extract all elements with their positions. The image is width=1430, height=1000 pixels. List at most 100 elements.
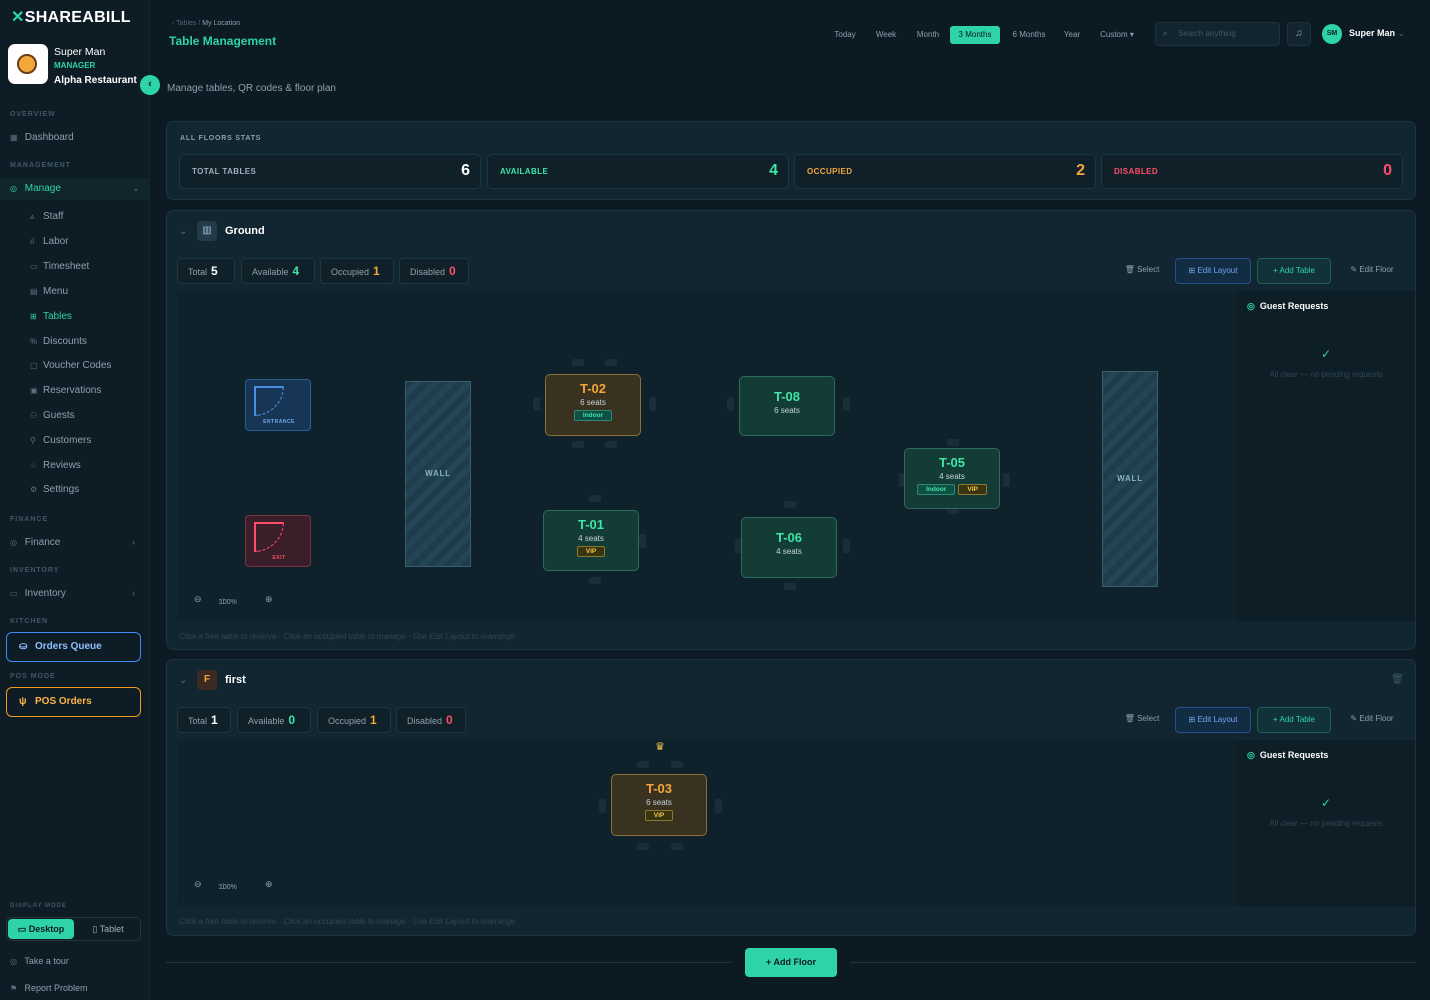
chevron-down-icon[interactable]: ⌄ (179, 675, 187, 686)
sidebar-item-tables[interactable]: ⊞ Tables (30, 311, 72, 322)
chair (649, 397, 656, 411)
floor-plan-canvas[interactable]: ENTRANCE EXIT WALL WALL T-02 6 seats Indoo… (177, 291, 1237, 621)
header-user-name[interactable]: Super Man ⌄ (1349, 28, 1405, 39)
staff-icon: ⩓ (30, 212, 35, 221)
sidebar-item-guests[interactable]: ⚇ Guests (30, 410, 75, 421)
display-mode-toggle: ▭ Desktop ▯ Tablet (6, 917, 141, 941)
sidebar-item-settings[interactable]: ⚙ Settings (30, 484, 79, 495)
nav-manage[interactable]: ◎ Manage ⌄ (10, 183, 140, 194)
range-week[interactable]: Week (869, 26, 903, 44)
range-month[interactable]: Month (909, 26, 947, 44)
pill-occupied: Occupied 1 (320, 258, 394, 284)
sidebar: ✕SHAREABILL Super Man MANAGER Alpha Rest… (0, 0, 150, 1000)
edit-layout-button[interactable]: ⊞ Edit Layout (1175, 707, 1251, 733)
edit-layout-button[interactable]: ⊞ Edit Layout (1175, 258, 1251, 284)
chair (843, 539, 850, 553)
table-t-08[interactable]: T-08 6 seats (739, 376, 835, 436)
guest-requests-panel: ◎ Guest Requests ✓ All clear — no pending… (1237, 291, 1415, 621)
range-today[interactable]: Today (827, 26, 863, 44)
chair (572, 441, 584, 448)
sidebar-item-timesheet[interactable]: ▭ Timesheet (30, 261, 89, 272)
wall-right[interactable]: WALL (1102, 371, 1158, 587)
select-button[interactable]: 🗑 Select (1117, 258, 1167, 284)
range-6-months[interactable]: 6 Months (1004, 26, 1054, 44)
breadcrumb-leaf: My Location (202, 20, 240, 27)
box-icon: ▭ (10, 589, 18, 598)
sidebar-item-labor[interactable]: ıl Labor (30, 236, 69, 247)
sidebar-item-reviews[interactable]: ☆ Reviews (30, 460, 81, 471)
floor-name: first (225, 674, 246, 686)
zoom-in-icon[interactable]: ⊕ (265, 879, 273, 890)
pill-occupied: Occupied 1 (317, 707, 391, 733)
breadcrumb-root[interactable]: Tables (176, 20, 196, 27)
search-input[interactable]: ⌕ Search anything (1155, 22, 1280, 46)
check-icon: ✓ (1320, 347, 1332, 361)
range-3-months[interactable]: 3 Months (950, 26, 1000, 44)
zoom-in-icon[interactable]: ⊕ (265, 594, 273, 605)
chair (599, 799, 606, 813)
add-table-button[interactable]: + Add Table (1257, 258, 1331, 284)
section-inventory: INVENTORY (10, 567, 60, 574)
tablet-mode-button[interactable]: ▯ Tablet (77, 919, 139, 939)
badge-indoor: Indoor (917, 484, 956, 495)
chair (605, 441, 617, 448)
report-problem-link[interactable]: ⚑ Report Problem (10, 983, 88, 993)
table-t-03[interactable]: T-03 6 seats VIP (611, 774, 707, 836)
exit-marker: EXIT (245, 515, 311, 567)
user-role: MANAGER (54, 61, 96, 70)
pos-orders-button[interactable]: ψ POS Orders (6, 687, 141, 717)
table-t-02[interactable]: T-02 6 seats Indoor (545, 374, 641, 436)
sidebar-item-staff[interactable]: ⩓ Staff (30, 211, 63, 222)
desktop-mode-button[interactable]: ▭ Desktop (8, 919, 74, 939)
tables-icon: ⊞ (30, 312, 37, 321)
user-icon: ⚲ (30, 436, 36, 445)
zoom-out-icon[interactable]: ⊖ (194, 594, 202, 605)
brand-logo[interactable]: ✕SHAREABILL (11, 7, 131, 27)
trash-icon: 🗑 (1124, 265, 1138, 274)
trash-icon[interactable]: 🗑 (1391, 674, 1404, 685)
collapse-sidebar-button[interactable]: ‹ (140, 75, 160, 95)
chair (784, 501, 796, 508)
pill-total: Total 5 (177, 258, 235, 284)
sidebar-item-customers[interactable]: ⚲ Customers (30, 435, 91, 446)
avatar[interactable]: SM (1322, 24, 1342, 44)
range-year[interactable]: Year (1058, 26, 1086, 44)
sidebar-item-voucher-codes[interactable]: ▢ Voucher Codes (30, 360, 111, 371)
table-t-05[interactable]: T-05 4 seats Indoor VIP (904, 448, 1000, 509)
select-button[interactable]: 🗑 Select (1117, 707, 1167, 733)
add-table-button[interactable]: + Add Table (1257, 707, 1331, 733)
stat-disabled: DISABLED 0 (1101, 154, 1403, 189)
sidebar-item-menu[interactable]: ▤ Menu (30, 286, 68, 297)
nav-finance[interactable]: ◎ Finance › (10, 537, 135, 548)
topbar: ‹ Tables / My Location Table Management … (150, 0, 1430, 94)
building-icon: ▥ (197, 221, 217, 241)
pill-available: Available 0 (237, 707, 311, 733)
orders-queue-button[interactable]: ⛀ Orders Queue (6, 632, 141, 662)
chevron-down-icon[interactable]: ⌄ (179, 226, 187, 237)
menu-icon: ▤ (30, 287, 38, 296)
chair (533, 397, 540, 411)
edit-floor-button[interactable]: ✎ Edit Floor (1337, 258, 1407, 284)
floor-hint: Click a free table to reserve · Click an… (179, 632, 516, 641)
wall-left[interactable]: WALL (405, 381, 471, 567)
chair (637, 761, 649, 768)
add-floor-button[interactable]: + Add Floor (745, 948, 837, 977)
page-subtitle: Manage tables, QR codes & floor plan (167, 83, 336, 94)
table-t-06[interactable]: T-06 4 seats (741, 517, 837, 578)
chair (671, 843, 683, 850)
nav-inventory[interactable]: ▭ Inventory › (10, 588, 135, 599)
f-icon: F (197, 670, 217, 690)
zoom-out-icon[interactable]: ⊖ (194, 879, 202, 890)
table-t-01[interactable]: T-01 4 seats VIP (543, 510, 639, 571)
nav-dashboard[interactable]: ▦ Dashboard (10, 132, 74, 143)
floor-plan-canvas[interactable]: ♛ T-03 6 seats VIP ⊖ ⛶ 100% ⊕ (177, 740, 1237, 907)
bell-icon[interactable]: ♫ (1287, 22, 1311, 46)
sidebar-item-discounts[interactable]: % Discounts (30, 336, 87, 347)
page-title: Table Management (169, 34, 277, 48)
range-custom[interactable]: Custom ▾ (1094, 26, 1140, 44)
compass-icon: ◎ (10, 957, 17, 966)
sidebar-item-reservations[interactable]: ▣ Reservations (30, 385, 101, 396)
badge-vip: VIP (576, 546, 606, 557)
edit-floor-button[interactable]: ✎ Edit Floor (1337, 707, 1407, 733)
take-tour-link[interactable]: ◎ Take a tour (10, 956, 69, 966)
